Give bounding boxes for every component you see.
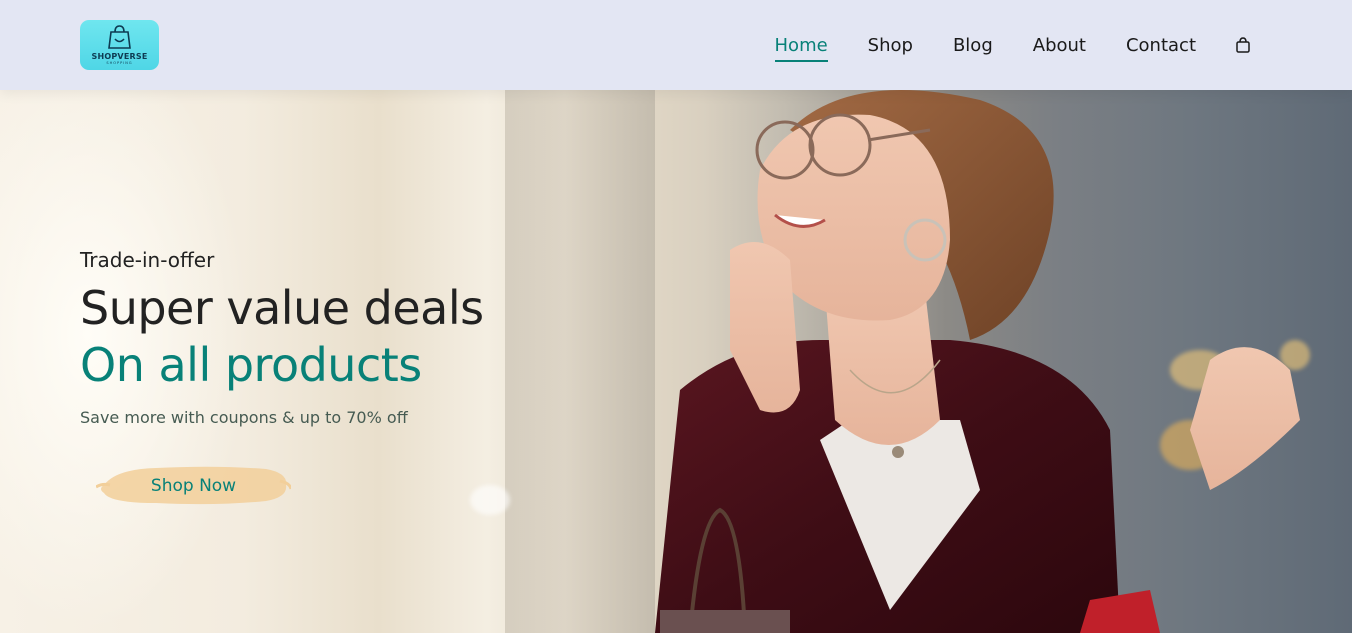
shopping-bag-logo-icon — [108, 25, 131, 49]
site-header: SHOPVERSE SHOPPING Home Shop Blog About … — [0, 0, 1352, 90]
hero-headline: Super value deals — [80, 281, 484, 335]
brand-tagline: SHOPPING — [106, 61, 133, 65]
main-nav: Home Shop Blog About Contact — [735, 35, 1252, 62]
nav-item-home[interactable]: Home — [774, 35, 828, 62]
hero-headline-accent: On all products — [80, 338, 422, 392]
hero-copy: Trade-in-offer Super value deals On all … — [80, 248, 484, 427]
nav-item-shop[interactable]: Shop — [868, 35, 913, 56]
shop-now-button[interactable]: Shop Now — [96, 463, 291, 508]
shopping-bag-icon[interactable] — [1236, 37, 1252, 53]
hero-subtitle: Save more with coupons & up to 70% off — [80, 408, 408, 427]
shop-now-label: Shop Now — [150, 475, 237, 496]
nav-item-contact[interactable]: Contact — [1126, 35, 1196, 56]
brand-logo[interactable]: SHOPVERSE SHOPPING — [80, 20, 159, 70]
hero-banner: Trade-in-offer Super value deals On all … — [0, 90, 1352, 633]
nav-item-blog[interactable]: Blog — [953, 35, 993, 56]
brand-name: SHOPVERSE — [91, 52, 148, 61]
nav-item-about[interactable]: About — [1033, 35, 1086, 56]
hero-model-image — [655, 90, 1300, 633]
hero-kicker: Trade-in-offer — [80, 248, 215, 272]
